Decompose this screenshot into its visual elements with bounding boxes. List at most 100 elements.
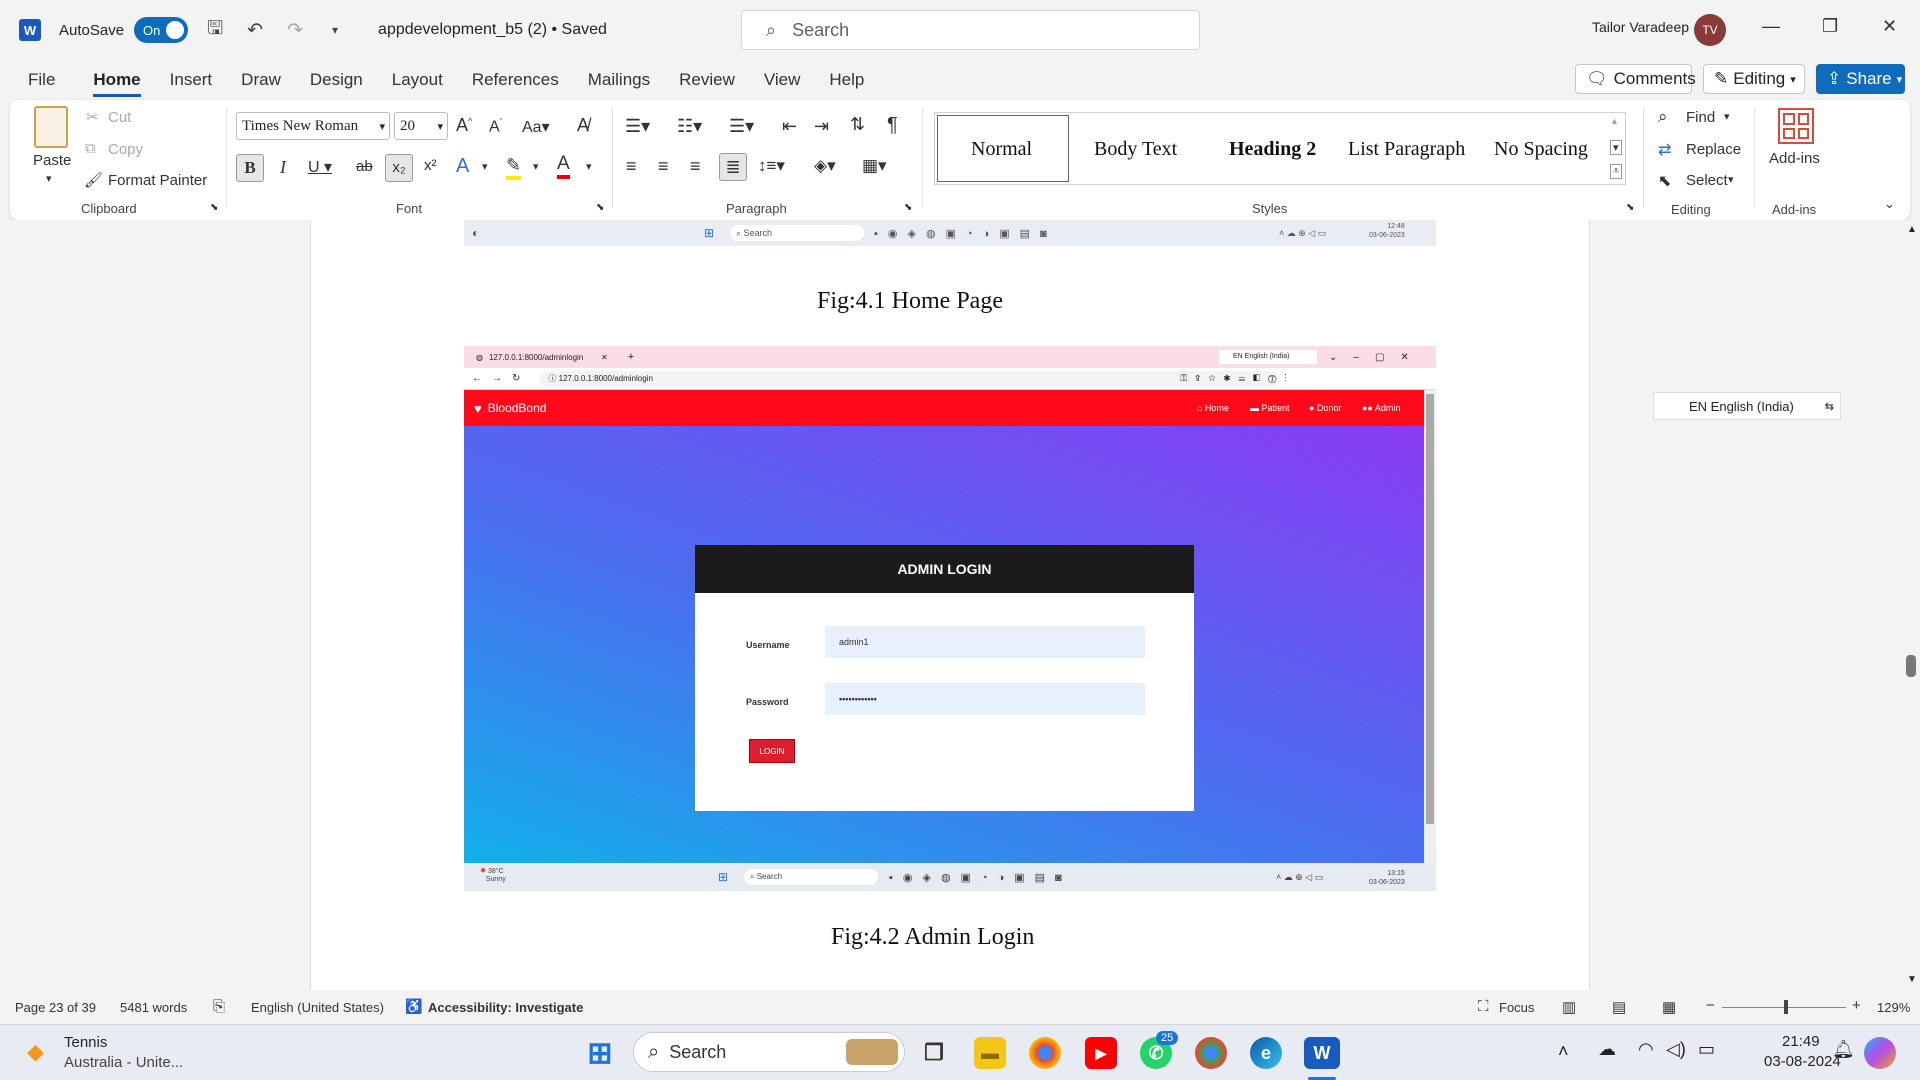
volume-icon[interactable]: ◁) bbox=[1666, 1039, 1686, 1060]
font-color-icon[interactable]: A bbox=[557, 153, 570, 179]
redo-icon[interactable]: ↷ bbox=[282, 19, 308, 42]
clock-time[interactable]: 21:49 bbox=[1782, 1033, 1820, 1050]
word-count[interactable]: 5481 words bbox=[120, 1000, 187, 1015]
select-button[interactable]: Select bbox=[1686, 172, 1728, 189]
change-case-icon[interactable]: Aa▾ bbox=[522, 117, 550, 137]
tab-insert[interactable]: Insert bbox=[170, 70, 213, 90]
paste-dropdown-icon[interactable]: ▾ bbox=[46, 172, 52, 185]
proofing-icon[interactable]: ⎘ bbox=[213, 998, 225, 1015]
font-launcher-icon[interactable]: ⬊ bbox=[596, 202, 604, 213]
scroll-up-icon[interactable]: ▲ bbox=[1907, 224, 1917, 235]
zoom-level[interactable]: 129% bbox=[1877, 1000, 1910, 1015]
tab-draw[interactable]: Draw bbox=[241, 70, 281, 90]
tab-layout[interactable]: Layout bbox=[392, 70, 443, 90]
text-effects-icon[interactable]: A bbox=[456, 155, 469, 178]
font-size-select[interactable]: 20 ▾ bbox=[394, 112, 448, 140]
tab-help[interactable]: Help bbox=[829, 70, 864, 90]
numbering-icon[interactable]: ☷▾ bbox=[677, 116, 702, 137]
font-family-select[interactable]: Times New Roman ▾ bbox=[236, 112, 390, 140]
highlight-dropdown-icon[interactable]: ▾ bbox=[533, 160, 539, 173]
replace-button[interactable]: Replace bbox=[1686, 141, 1741, 158]
scroll-down-icon[interactable]: ▼ bbox=[1907, 974, 1917, 985]
italic-icon[interactable]: I bbox=[280, 157, 286, 178]
style-no-spacing[interactable]: No Spacing bbox=[1494, 138, 1588, 161]
focus-button[interactable]: Focus bbox=[1499, 1000, 1534, 1015]
font-color-dropdown-icon[interactable]: ▾ bbox=[586, 160, 592, 173]
document-title[interactable]: appdevelopment_b5 (2) • Saved bbox=[378, 21, 607, 39]
decrease-indent-icon[interactable]: ⇤ bbox=[782, 116, 797, 137]
tab-review[interactable]: Review bbox=[679, 70, 735, 90]
underline-icon[interactable]: U ▾ bbox=[308, 157, 332, 177]
edge-icon[interactable]: e bbox=[1250, 1037, 1282, 1069]
search-box[interactable]: ⌕ Search bbox=[741, 10, 1200, 50]
minimize-icon[interactable]: — bbox=[1762, 16, 1780, 37]
task-view-icon[interactable]: ❐ bbox=[918, 1037, 950, 1069]
tab-home[interactable]: Home bbox=[93, 70, 141, 97]
bold-icon[interactable]: B bbox=[236, 154, 264, 182]
paste-button[interactable]: Paste bbox=[33, 152, 71, 169]
text-effects-dropdown-icon[interactable]: ▾ bbox=[482, 160, 488, 173]
file-explorer-icon[interactable]: ▬ bbox=[974, 1037, 1006, 1069]
borders-icon[interactable]: ▦▾ bbox=[862, 156, 887, 176]
page-count[interactable]: Page 23 of 39 bbox=[15, 1000, 96, 1015]
youtube-icon[interactable]: ▶ bbox=[1085, 1037, 1117, 1069]
start-button-icon[interactable]: ⊞ bbox=[584, 1037, 616, 1070]
save-icon[interactable]: 🖫 bbox=[202, 14, 228, 46]
strikethrough-icon[interactable]: ab bbox=[356, 158, 373, 175]
zoom-slider-thumb[interactable] bbox=[1784, 1000, 1788, 1014]
align-right-icon[interactable]: ≡ bbox=[690, 156, 701, 177]
add-ins-button[interactable]: Add-ins bbox=[1769, 150, 1820, 167]
undo-icon[interactable]: ↶ bbox=[242, 19, 268, 42]
read-mode-icon[interactable]: ▥ bbox=[1562, 998, 1576, 1016]
style-list-paragraph[interactable]: List Paragraph bbox=[1348, 138, 1465, 161]
style-normal[interactable]: Normal bbox=[971, 138, 1032, 161]
user-name[interactable]: Tailor Varadeep bbox=[1592, 19, 1689, 35]
weather-widget-icon[interactable]: ◆ bbox=[27, 1039, 44, 1065]
grow-font-icon[interactable]: A^ bbox=[456, 115, 472, 136]
add-ins-icon[interactable] bbox=[1778, 108, 1814, 144]
weather-widget-subtitle[interactable]: Australia - Unite... bbox=[64, 1054, 183, 1071]
tab-file[interactable]: File bbox=[28, 70, 55, 90]
tab-references[interactable]: References bbox=[472, 70, 559, 90]
align-center-icon[interactable]: ≡ bbox=[658, 156, 669, 177]
style-body-text[interactable]: Body Text bbox=[1094, 138, 1177, 161]
styles-more-icon[interactable]: ⩡ bbox=[1610, 164, 1623, 179]
align-left-icon[interactable]: ≡ bbox=[626, 156, 637, 177]
chrome-icon[interactable] bbox=[1029, 1037, 1061, 1069]
select-dropdown-icon[interactable]: ▾ bbox=[1728, 173, 1734, 186]
wifi-icon[interactable]: ◠ bbox=[1638, 1039, 1654, 1060]
editing-mode-button[interactable]: ✎ Editing ▾ bbox=[1703, 64, 1805, 94]
print-layout-icon[interactable]: ▤ bbox=[1612, 998, 1626, 1016]
format-painter-button[interactable]: Format Painter bbox=[108, 172, 207, 189]
styles-launcher-icon[interactable]: ⬊ bbox=[1626, 202, 1634, 213]
justify-icon[interactable]: ≣ bbox=[719, 153, 747, 181]
collapse-ribbon-icon[interactable]: ⌄ bbox=[1884, 196, 1895, 212]
accessibility-status[interactable]: Accessibility: Investigate bbox=[428, 1000, 583, 1015]
paragraph-launcher-icon[interactable]: ⬊ bbox=[904, 202, 912, 213]
cut-button[interactable]: Cut bbox=[108, 109, 131, 126]
find-button[interactable]: Find bbox=[1686, 109, 1715, 126]
notification-bell-icon[interactable]: 🔔︎ bbox=[1832, 1039, 1855, 1060]
find-dropdown-icon[interactable]: ▾ bbox=[1724, 110, 1730, 123]
bullets-icon[interactable]: ☰▾ bbox=[625, 116, 650, 137]
subscript-icon[interactable]: x₂ bbox=[385, 154, 413, 182]
avatar[interactable]: TV bbox=[1694, 14, 1726, 46]
language-overlay[interactable]: EN English (India) ⇆ bbox=[1653, 392, 1841, 420]
onedrive-icon[interactable]: ☁ bbox=[1598, 1039, 1616, 1060]
shading-icon[interactable]: ◈▾ bbox=[814, 156, 836, 176]
customize-qat-icon[interactable]: ▾ bbox=[322, 23, 348, 37]
comments-button[interactable]: 🗨 Comments bbox=[1575, 64, 1696, 94]
clipboard-launcher-icon[interactable]: ⬊ bbox=[210, 202, 218, 213]
figure-admin-login-image[interactable]: ◍ 127.0.0.1:8000/adminlogin ✕ + EN Engli… bbox=[464, 346, 1436, 891]
paste-icon[interactable] bbox=[34, 106, 68, 148]
increase-indent-icon[interactable]: ⇥ bbox=[814, 116, 829, 137]
highlight-icon[interactable]: ✎ bbox=[506, 155, 522, 180]
chrome-profile-icon[interactable] bbox=[1195, 1037, 1227, 1069]
copy-button[interactable]: Copy bbox=[108, 141, 143, 158]
show-formatting-icon[interactable]: ¶ bbox=[887, 114, 898, 137]
superscript-icon[interactable]: x² bbox=[424, 157, 437, 174]
weather-widget-title[interactable]: Tennis bbox=[64, 1034, 107, 1051]
close-icon[interactable]: ✕ bbox=[1882, 16, 1897, 37]
battery-icon[interactable]: ▭ bbox=[1698, 1039, 1715, 1060]
tab-view[interactable]: View bbox=[764, 70, 801, 90]
